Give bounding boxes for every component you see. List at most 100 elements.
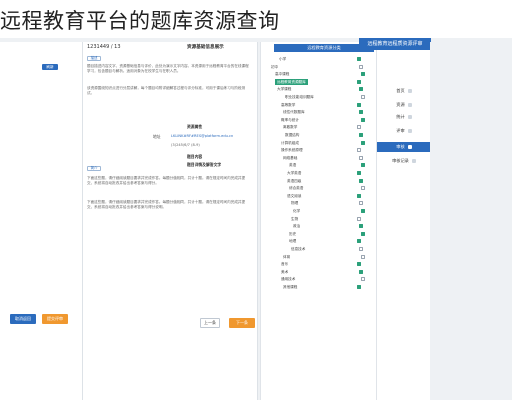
category-checkbox[interactable]	[361, 277, 365, 282]
category-checkbox[interactable]	[359, 224, 363, 229]
sidebar-item-home[interactable]: 首页	[377, 86, 431, 96]
sidebar-item-stats[interactable]: 统计	[377, 112, 431, 122]
sidebar-item-label: 首页	[396, 88, 405, 93]
category-item[interactable]: 英语四级	[287, 178, 301, 184]
detail-section-title: 题目详情及解答文字	[187, 162, 222, 167]
right-margin	[430, 42, 512, 400]
category-checkbox[interactable]	[361, 163, 365, 168]
page: 远程教育平台的题库资源查询 刷新 1231449 / 13 资源基础信息展示 描…	[0, 0, 512, 400]
sidebar-item-audit-log[interactable]: 审核记录	[377, 156, 431, 166]
category-item[interactable]: 大学课程	[277, 86, 291, 92]
category-checkbox[interactable]	[359, 64, 363, 69]
category-checkbox[interactable]	[361, 117, 365, 122]
category-checkbox[interactable]	[359, 178, 363, 183]
category-checkbox[interactable]	[359, 201, 363, 206]
menu-icon	[407, 103, 412, 107]
sidebar: 远程教育远程质资源评审 首页资源统计评审审核审核记录	[359, 38, 431, 400]
category-item[interactable]: 网络基础	[283, 155, 297, 161]
category-item[interactable]: 生物	[291, 216, 298, 222]
category-checkbox[interactable]	[357, 171, 361, 175]
content-section-title: 题目内容	[187, 154, 203, 159]
category-item[interactable]: 化学	[293, 208, 300, 214]
prev-button[interactable]: 上一条	[200, 318, 220, 328]
category-item[interactable]: 计算机组成	[281, 140, 299, 146]
category-checkbox[interactable]	[361, 186, 365, 191]
category-item[interactable]: 其他课程	[283, 284, 297, 290]
category-item[interactable]: 职业技能培训题库	[285, 94, 314, 100]
resource-meta: (3)245/6/7 (8-9)	[171, 143, 200, 147]
sidebar-item-review[interactable]: 评审	[377, 126, 431, 136]
description-tag: 描述	[87, 56, 101, 61]
category-panel: 远程教育资源分类 小学 初中 高中课程 远程教育资源题库 大学课程 职业技能培训题库 高等数…	[260, 42, 376, 400]
link-label: 地址	[153, 134, 161, 139]
sidebar-item-label: 审核记录	[392, 158, 409, 163]
category-item[interactable]: 小学	[279, 56, 286, 62]
menu-icon	[407, 89, 412, 93]
category-item[interactable]: 操作系统原理	[281, 147, 303, 153]
category-checkbox[interactable]	[359, 133, 363, 137]
category-checkbox[interactable]	[357, 57, 361, 61]
description-paragraph: 题目描述内容文字，资源基础信息与评价，此处为演示文字内容。本资源用于远程教育平台…	[87, 64, 249, 74]
category-item[interactable]: 数据结构	[285, 132, 299, 138]
category-item[interactable]: 历史	[289, 231, 296, 237]
cancel-button[interactable]: 取消返回	[10, 314, 36, 324]
sidebar-item-label: 资源	[396, 102, 405, 107]
category-checkbox[interactable]	[357, 216, 361, 221]
category-checkbox[interactable]	[359, 110, 363, 115]
sidebar-item-audit[interactable]: 审核	[377, 142, 431, 152]
category-item[interactable]: 英语	[289, 162, 296, 168]
resource-link[interactable]: LKLINK#RF#RES@platform.edu.cn	[171, 134, 233, 138]
category-item[interactable]: 远程教育资源题库	[275, 78, 308, 85]
category-item[interactable]: 地理	[289, 238, 296, 244]
app-title-badge: 远程教育远程质资源评审	[359, 38, 431, 50]
menu-icon	[407, 145, 412, 149]
category-item[interactable]: 政治	[293, 223, 300, 229]
category-item[interactable]: 概率与统计	[281, 117, 299, 123]
category-checkbox[interactable]	[357, 239, 361, 244]
sidebar-item-label: 审核	[396, 144, 405, 149]
category-item[interactable]: 美术	[281, 269, 288, 275]
category-item[interactable]: 线性代数题库	[283, 109, 305, 115]
category-checkbox[interactable]	[359, 155, 363, 160]
left-margin: 刷新	[0, 42, 82, 400]
category-item[interactable]: 离散数学	[283, 124, 297, 130]
category-checkbox[interactable]	[361, 72, 365, 77]
category-checkbox[interactable]	[361, 95, 365, 99]
category-checkbox[interactable]	[357, 102, 361, 107]
category-item[interactable]: 物理	[291, 200, 298, 206]
category-checkbox[interactable]	[361, 140, 365, 145]
category-item[interactable]: 体育	[283, 254, 290, 260]
category-item[interactable]: 通用技术	[281, 276, 295, 282]
category-item[interactable]: 高中课程	[275, 71, 289, 77]
category-checkbox[interactable]	[359, 269, 363, 274]
category-checkbox[interactable]	[361, 209, 365, 213]
category-item[interactable]: 信息技术	[291, 246, 305, 252]
sidebar-item-label: 统计	[396, 114, 405, 119]
category-checkbox[interactable]	[357, 193, 361, 198]
category-checkbox[interactable]	[357, 148, 361, 153]
category-item[interactable]: 综合英语	[289, 185, 303, 191]
menu-icon	[411, 159, 416, 163]
submit-button[interactable]: 提交评审	[42, 314, 68, 324]
sidebar-item-resources[interactable]: 资源	[377, 100, 431, 110]
category-checkbox[interactable]	[357, 262, 361, 267]
app-screen: 刷新 1231449 / 13 资源基础信息展示 描述 题目描述内容文字，资源基…	[0, 38, 512, 400]
category-item[interactable]: 语文阅读	[287, 193, 301, 199]
category-checkbox[interactable]	[361, 231, 365, 236]
category-item[interactable]: 高等数学	[281, 102, 295, 108]
menu-icon	[407, 129, 412, 133]
category-checkbox[interactable]	[357, 285, 361, 289]
category-checkbox[interactable]	[357, 79, 361, 84]
refresh-button[interactable]: 刷新	[42, 64, 58, 70]
category-checkbox[interactable]	[357, 125, 361, 130]
attribute-section-title: 资源属性	[187, 124, 203, 129]
category-item[interactable]: 音乐	[281, 261, 288, 267]
category-checkbox[interactable]	[359, 87, 363, 92]
category-item[interactable]: 大学英语	[287, 170, 301, 176]
category-item[interactable]: 初中	[271, 64, 278, 70]
question-paragraph-1: 下面这些题，请仔细阅读题目要求并完成作答。每题分值相同，共计十题。请在规定时间内…	[87, 176, 246, 186]
intro-tag: 简介	[87, 166, 101, 171]
category-checkbox[interactable]	[359, 247, 363, 251]
next-button[interactable]: 下一条	[229, 318, 255, 328]
category-checkbox[interactable]	[361, 254, 365, 259]
